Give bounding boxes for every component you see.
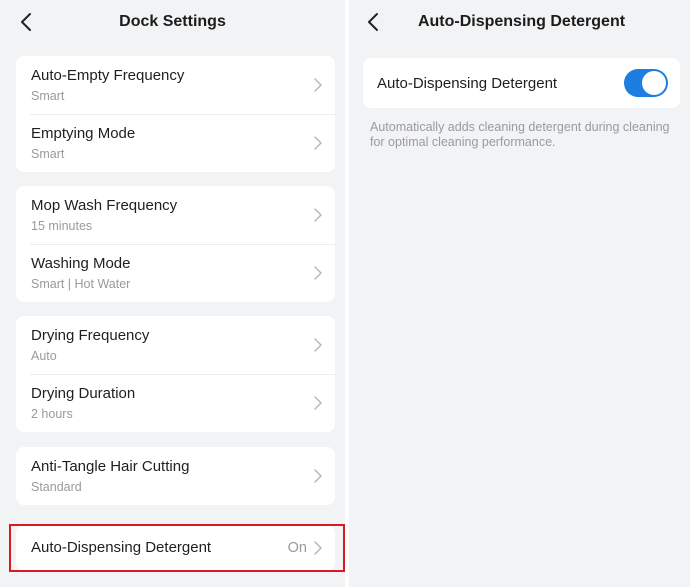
setting-row-drying-duration[interactable]: Drying Duration 2 hours <box>16 374 335 432</box>
setting-title: Auto-Dispensing Detergent <box>31 539 212 556</box>
settings-group-drying: Drying Frequency Auto Drying Duration 2 … <box>16 316 335 432</box>
chevron-right-icon <box>313 540 323 556</box>
toggle-label: Auto-Dispensing Detergent <box>377 75 558 92</box>
chevron-right-icon <box>313 135 323 151</box>
setting-title: Washing Mode <box>31 255 131 272</box>
auto-dispensing-toggle[interactable] <box>624 69 668 97</box>
detergent-settings-screen: Auto-Dispensing Detergent Auto-Dispensin… <box>349 0 690 587</box>
setting-row-anti-tangle-hair-cutting[interactable]: Anti-Tangle Hair Cutting Standard <box>16 447 335 505</box>
chevron-right-icon <box>313 468 323 484</box>
nav-bar: Dock Settings <box>0 0 345 44</box>
dock-settings-screen: Dock Settings Auto-Empty Frequency Smart… <box>0 0 345 587</box>
setting-row-auto-dispensing-detergent[interactable]: Auto-Dispensing Detergent On <box>16 525 335 571</box>
page-title: Dock Settings <box>119 13 226 30</box>
setting-title: Emptying Mode <box>31 125 136 142</box>
setting-description: Automatically adds cleaning detergent du… <box>370 120 670 149</box>
page-title: Auto-Dispensing Detergent <box>417 13 626 30</box>
nav-bar: Auto-Dispensing Detergent <box>349 0 690 44</box>
setting-row-emptying-mode[interactable]: Emptying Mode Smart <box>16 114 335 172</box>
setting-title: Auto-Empty Frequency <box>31 67 185 84</box>
setting-value: Smart | Hot Water <box>31 277 131 291</box>
chevron-right-icon <box>313 395 323 411</box>
setting-title: Drying Duration <box>31 385 136 402</box>
setting-title: Anti-Tangle Hair Cutting <box>31 458 190 475</box>
setting-value: 2 hours <box>31 407 73 421</box>
toggle-knob <box>642 71 666 95</box>
setting-row-drying-frequency[interactable]: Drying Frequency Auto <box>16 316 335 374</box>
setting-title: Drying Frequency <box>31 327 150 344</box>
setting-row-washing-mode[interactable]: Washing Mode Smart | Hot Water <box>16 244 335 302</box>
chevron-right-icon <box>313 265 323 281</box>
chevron-right-icon <box>313 207 323 223</box>
settings-group-mop-wash: Mop Wash Frequency 15 minutes Washing Mo… <box>16 186 335 302</box>
setting-row-auto-empty-frequency[interactable]: Auto-Empty Frequency Smart <box>16 56 335 114</box>
setting-value: Smart <box>31 147 65 161</box>
setting-title: Mop Wash Frequency <box>31 197 178 214</box>
setting-status: On <box>287 540 307 556</box>
setting-row-mop-wash-frequency[interactable]: Mop Wash Frequency 15 minutes <box>16 186 335 244</box>
chevron-right-icon <box>313 77 323 93</box>
settings-group-emptying: Auto-Empty Frequency Smart Emptying Mode… <box>16 56 335 172</box>
chevron-right-icon <box>313 337 323 353</box>
setting-value: Smart <box>31 89 65 103</box>
settings-group-detergent: Auto-Dispensing Detergent On <box>16 525 335 571</box>
detergent-toggle-card: Auto-Dispensing Detergent <box>363 58 680 108</box>
setting-value: Auto <box>31 349 57 363</box>
setting-value: 15 minutes <box>31 219 93 233</box>
setting-value: Standard <box>31 480 82 494</box>
settings-group-anti-tangle: Anti-Tangle Hair Cutting Standard <box>16 447 335 505</box>
